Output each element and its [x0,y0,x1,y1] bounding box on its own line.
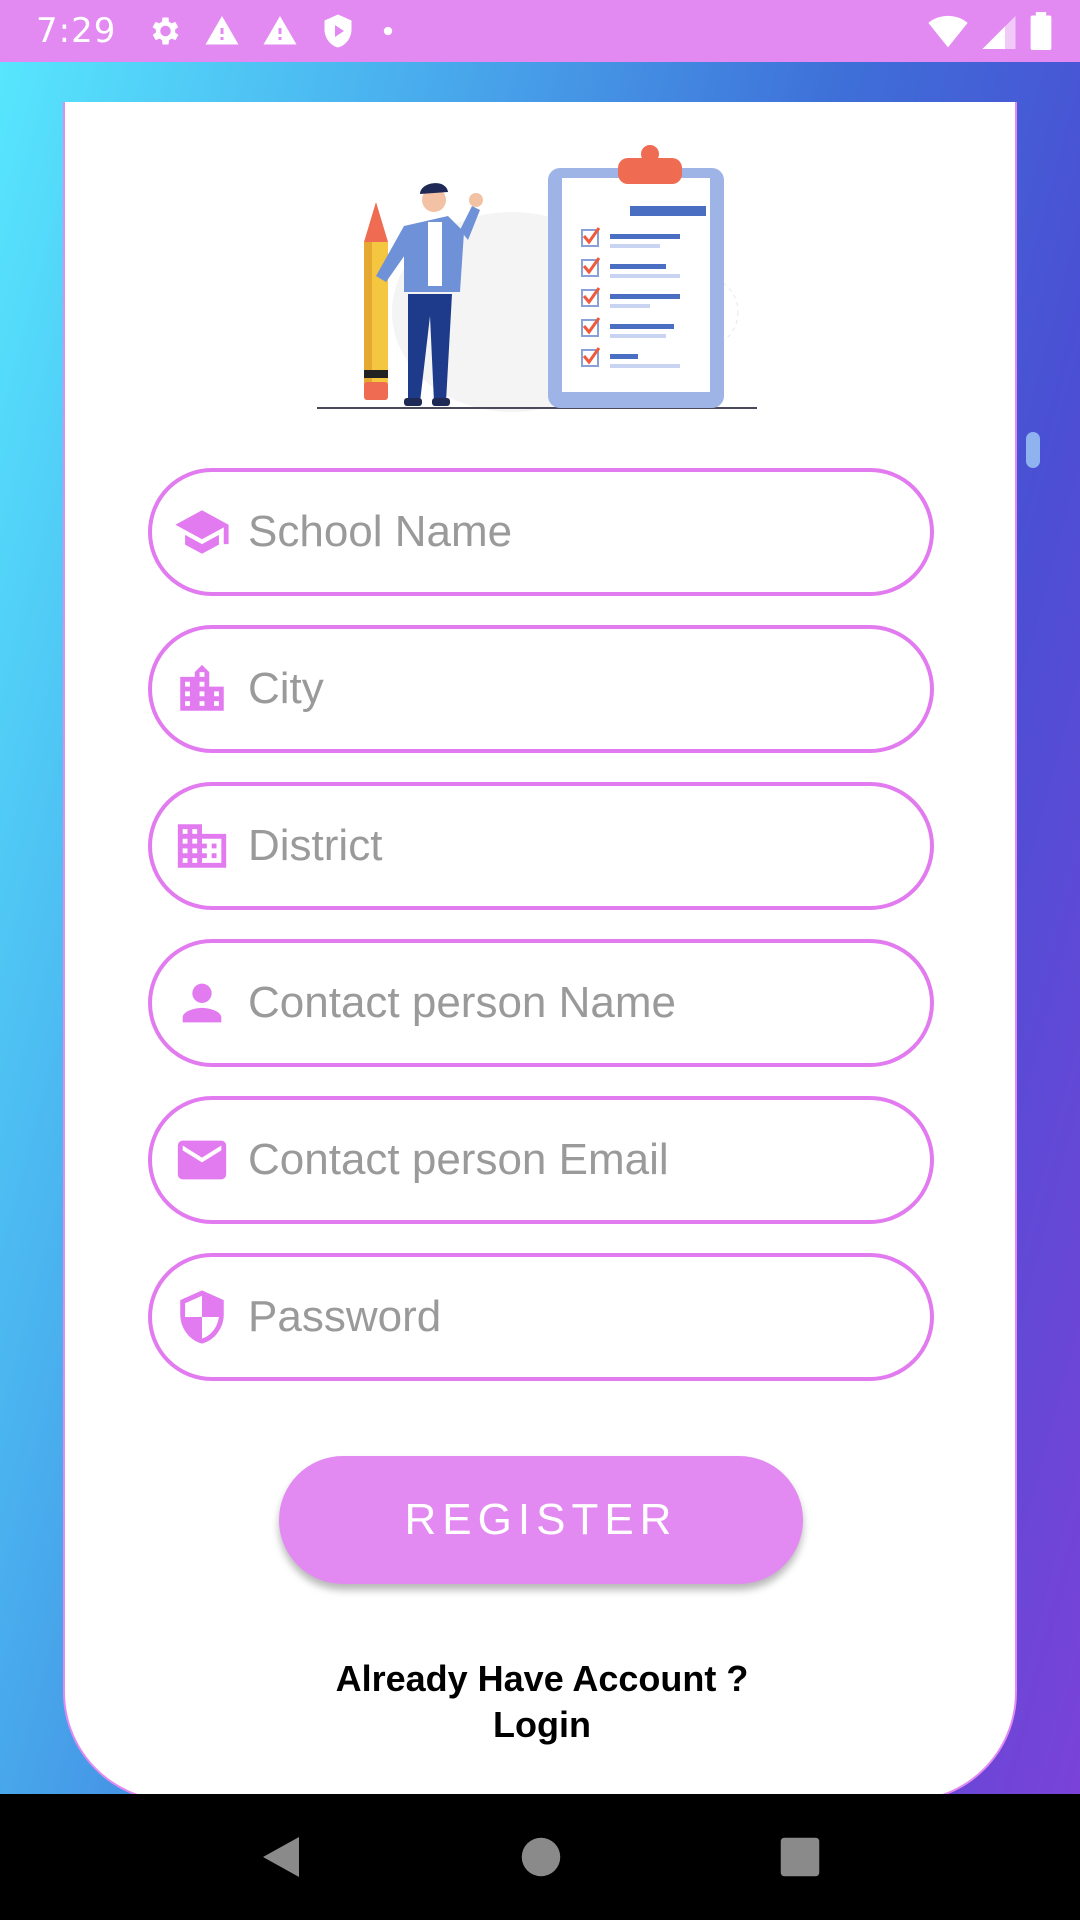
status-bar: 7:29 [0,0,1080,62]
warning-icon [205,16,239,45]
email-icon [172,1130,232,1190]
recents-icon[interactable] [779,1836,821,1878]
register-card: REGISTER Already Have Account ? Login [63,102,1017,1802]
building-icon [172,816,232,876]
school-name-field[interactable] [148,468,934,596]
shield-icon [172,1287,232,1347]
battery-icon [1030,12,1052,50]
scrollbar-thumb[interactable] [1026,432,1040,468]
signal-icon [982,16,1016,49]
school-name-input[interactable] [248,507,888,557]
navigation-bar [0,1794,1080,1920]
contact-person-name-field[interactable] [148,939,934,1067]
status-icons-left [146,13,398,49]
pencil-icon [364,202,388,400]
shield-play-icon [324,14,352,48]
register-illustration [317,145,757,412]
back-icon[interactable] [259,1833,303,1881]
status-time: 7:29 [36,11,117,51]
login-prompt: Already Have Account ? [335,1658,749,1699]
warning-icon [263,16,297,45]
clipboard-icon [548,145,724,408]
city-icon [172,659,232,719]
city-input[interactable] [248,664,888,714]
status-icons-right [928,12,1052,50]
contact-person-email-input[interactable] [248,1135,888,1185]
graduation-cap-icon [172,502,232,562]
dot-icon [384,26,393,36]
password-field[interactable] [148,1253,934,1381]
district-field[interactable] [148,782,934,910]
district-input[interactable] [248,821,888,871]
password-input[interactable] [248,1292,888,1342]
contact-person-name-input[interactable] [248,978,888,1028]
city-field[interactable] [148,625,934,753]
wifi-icon [928,15,968,48]
contact-person-email-field[interactable] [148,1096,934,1224]
background: REGISTER Already Have Account ? Login [0,62,1080,1802]
settings-icon [152,17,179,45]
person-icon [172,973,232,1033]
home-icon[interactable] [520,1836,562,1878]
register-button[interactable]: REGISTER [279,1456,803,1584]
login-link[interactable]: Login [65,1704,1019,1746]
